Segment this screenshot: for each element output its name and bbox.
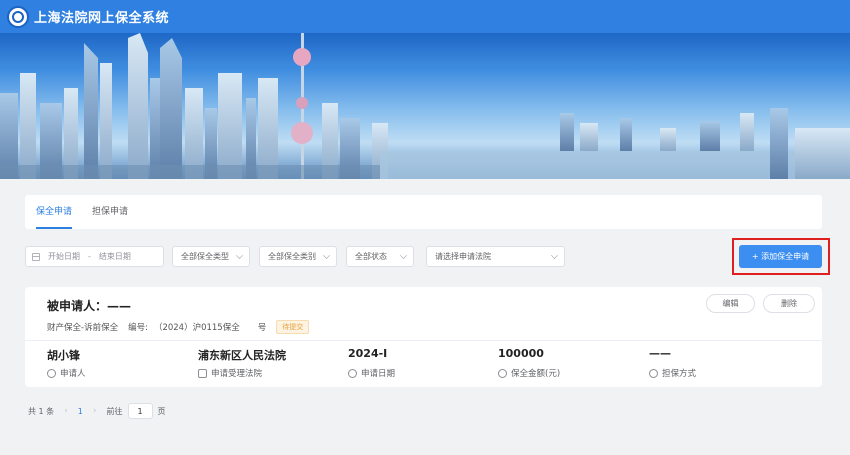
preservation-category-value: 全部保全类别: [268, 252, 316, 261]
edit-button[interactable]: 编辑: [706, 294, 755, 313]
tab-guarantee-application[interactable]: 担保申请: [92, 195, 128, 229]
page-number-1[interactable]: 1: [78, 407, 83, 416]
next-page-button[interactable]: ›: [93, 406, 97, 416]
skyline-illustration: [0, 33, 850, 179]
top-bar: 上海法院网上保全系统: [0, 0, 850, 33]
guarantee-icon: [649, 368, 658, 378]
respondent-title: 被申请人：——: [47, 299, 132, 313]
city-skyline-banner: [0, 33, 850, 179]
chevron-down-icon: [236, 252, 243, 259]
yen-icon: [498, 368, 507, 378]
chevron-down-icon: [551, 252, 558, 259]
system-title: 上海法院网上保全系统: [34, 11, 170, 26]
court-label: 申请受理法院: [211, 369, 263, 379]
record-meta: 财产保全-诉前保全 编号: （2024）沪0115保全 号 待提交: [47, 320, 319, 334]
amount-label: 保全金额(元): [511, 369, 561, 379]
case-number-suffix: 号: [257, 323, 267, 333]
page-suffix: 页: [157, 406, 166, 416]
court-placeholder: 请选择申请法院: [435, 252, 491, 261]
guarantee-label: 担保方式: [662, 369, 697, 379]
date-label: 申请日期: [361, 369, 396, 379]
prev-page-button[interactable]: ‹: [64, 406, 68, 416]
calendar-icon: [32, 252, 40, 261]
applicant-value: 胡小锋: [47, 349, 80, 362]
chevron-down-icon: [400, 252, 407, 259]
guarantee-value: ——: [649, 347, 671, 360]
preservation-type-select[interactable]: 全部保全类型: [172, 246, 250, 267]
court-icon: [198, 368, 207, 378]
start-date-input[interactable]: 开始日期: [48, 251, 80, 262]
date-value: 2024-I: [348, 347, 388, 360]
pagination: 共 1 条 ‹ 1 › 前往 1 页: [28, 403, 166, 419]
court-logo-icon: [7, 5, 29, 28]
end-date-input[interactable]: 结束日期: [99, 251, 131, 262]
case-number-value: （2024）沪0115保全: [153, 323, 240, 333]
court-value: 浦东新区人民法院: [198, 349, 286, 362]
guarantee-field: —— 担保方式: [649, 347, 696, 379]
total-count: 共 1 条: [28, 406, 55, 416]
amount-value: 100000: [498, 347, 544, 360]
page-jump-input[interactable]: 1: [127, 403, 153, 419]
chevron-down-icon: [323, 252, 330, 259]
delete-button[interactable]: 删除: [763, 294, 815, 313]
court-field: 浦东新区人民法院 申请受理法院: [198, 347, 286, 379]
application-record-card: 被申请人：—— 财产保全-诉前保全 编号: （2024）沪0115保全 号 待提…: [25, 287, 822, 387]
applicant-field: 胡小锋 申请人: [47, 347, 86, 379]
tab-preservation-application[interactable]: 保全申请: [36, 195, 73, 229]
date-range-picker[interactable]: 开始日期 - 结束日期: [25, 246, 164, 267]
court-select[interactable]: 请选择申请法院: [426, 246, 565, 267]
status-select[interactable]: 全部状态: [346, 246, 414, 267]
goto-label: 前往: [106, 406, 123, 416]
user-icon: [47, 368, 56, 378]
date-separator: -: [88, 252, 91, 261]
preservation-category-select[interactable]: 全部保全类别: [259, 246, 337, 267]
clock-icon: [348, 368, 357, 378]
status-value: 全部状态: [355, 252, 387, 261]
add-preservation-application-button[interactable]: + 添加保全申请: [739, 245, 822, 268]
status-badge: 待提交: [276, 320, 310, 334]
case-number-label: 编号:: [128, 323, 148, 333]
preservation-type-text: 财产保全-诉前保全: [47, 323, 119, 333]
preservation-type-value: 全部保全类型: [181, 252, 229, 261]
amount-field: 100000 保全金额(元): [498, 347, 560, 379]
card-divider: [25, 340, 822, 341]
tab-bar: 保全申请 担保申请: [25, 195, 822, 229]
date-field: 2024-I 申请日期: [348, 347, 395, 379]
applicant-label: 申请人: [60, 369, 86, 379]
